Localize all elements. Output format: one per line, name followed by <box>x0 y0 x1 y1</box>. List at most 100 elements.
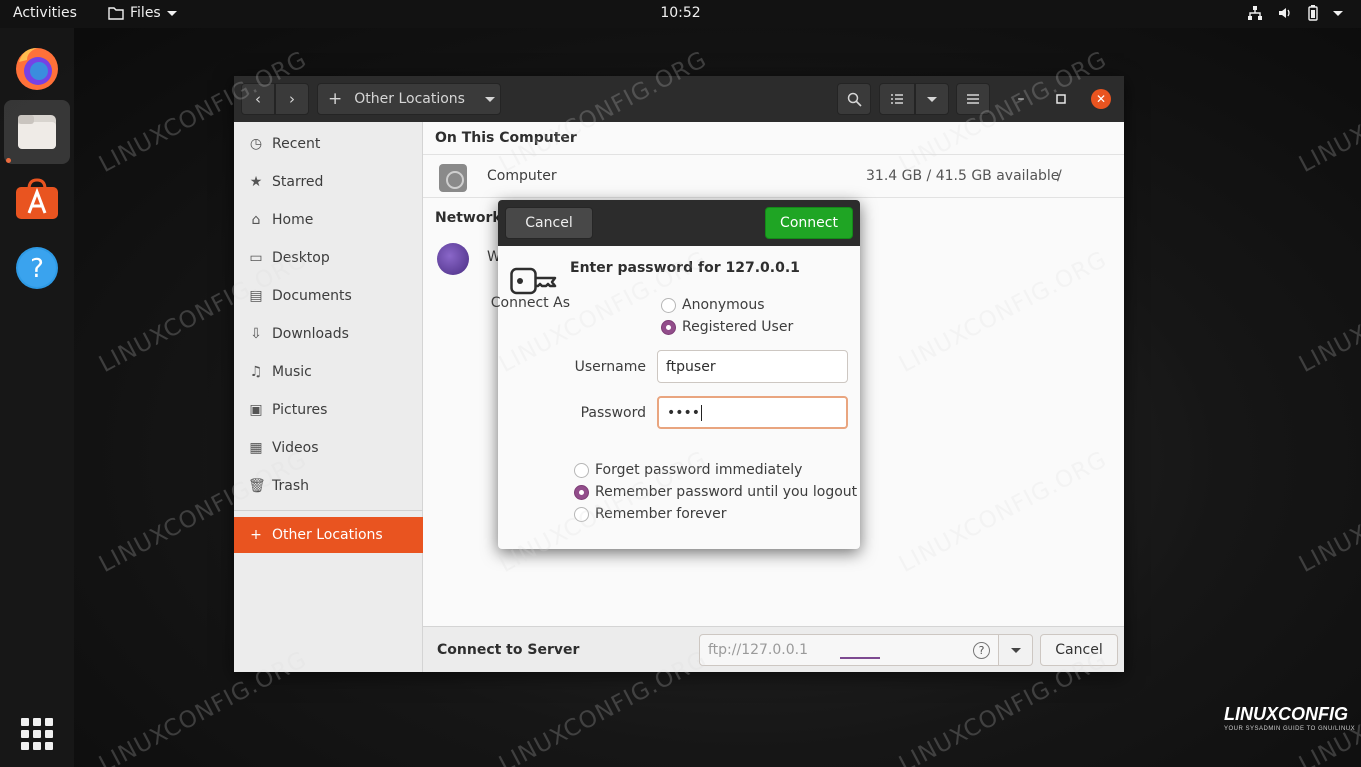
radio-anonymous-label: Anonymous <box>682 297 765 313</box>
dock-firefox[interactable] <box>4 36 70 100</box>
minimize-icon: – <box>1017 91 1025 107</box>
sidebar-item-label: Pictures <box>272 402 328 418</box>
chevron-down-icon <box>927 96 937 102</box>
username-value: ftpuser <box>666 358 716 375</box>
sidebar-item-documents[interactable]: ▤ Documents <box>234 278 423 314</box>
sidebar-item-home[interactable]: ⌂ Home <box>234 202 423 238</box>
drive-icon <box>439 164 467 192</box>
show-applications-icon[interactable] <box>21 718 53 750</box>
password-value: •••• <box>667 404 701 421</box>
password-label: Password <box>580 405 646 421</box>
dock: ? <box>0 28 74 767</box>
sidebar-item-other-locations[interactable]: + Other Locations <box>234 517 423 553</box>
radio-remember-forever[interactable]: Remember forever <box>574 506 727 522</box>
key-icon <box>510 267 557 295</box>
radio-remember-until-logout[interactable]: Remember password until you logout <box>574 484 857 500</box>
radio-button <box>661 297 676 313</box>
computer-row[interactable]: Computer 31.4 GB / 41.5 GB available / <box>423 154 1124 198</box>
computer-name: Computer <box>487 168 557 184</box>
picture-icon: ▣ <box>249 402 263 418</box>
software-center-icon <box>16 178 58 219</box>
recent-servers-dropdown[interactable] <box>999 634 1033 666</box>
view-options-button[interactable] <box>915 83 949 115</box>
view-list-button[interactable] <box>879 83 915 115</box>
connect-to-server-bar: Connect to Server ftp://127.0.0.1 ? Canc… <box>423 626 1124 672</box>
password-field[interactable]: •••• <box>657 396 848 429</box>
back-button[interactable]: ‹ <box>241 83 275 115</box>
sidebar-separator <box>234 510 423 511</box>
forward-button[interactable]: › <box>275 83 309 115</box>
sidebar-item-pictures[interactable]: ▣ Pictures <box>234 392 423 428</box>
network-icon <box>1248 6 1262 20</box>
radio-registered-user[interactable]: Registered User <box>661 319 793 335</box>
sidebar-item-label: Videos <box>272 440 319 456</box>
sidebar: ◷ Recent ★ Starred ⌂ Home ▭ Desktop ▤ Documents ⇩ D… <box>234 122 423 672</box>
star-icon: ★ <box>249 174 263 190</box>
svg-text:?: ? <box>30 254 44 284</box>
radio-anonymous[interactable]: Anonymous <box>661 297 765 313</box>
plus-icon: + <box>250 527 262 543</box>
username-label: Username <box>574 359 646 375</box>
dialog-connect-button[interactable]: Connect <box>765 207 853 239</box>
sidebar-item-label: Home <box>272 212 314 228</box>
music-icon: ♫ <box>249 364 263 380</box>
password-dialog: Cancel Connect Enter password for 127.0.… <box>491 200 860 549</box>
radio-button <box>574 462 589 478</box>
download-icon: ⇩ <box>250 326 262 342</box>
home-icon: ⌂ <box>251 212 261 228</box>
watermark-text: LINUXCONFIG.ORG <box>1295 446 1361 578</box>
server-address-placeholder: ftp://127.0.0.1 <box>708 642 809 658</box>
question-icon[interactable]: ? <box>973 642 990 659</box>
list-view-icon <box>891 94 903 104</box>
logo-tagline: YOUR SYSADMIN GUIDE TO GNU/LINUX <box>1224 726 1356 732</box>
app-menu[interactable]: Files <box>108 5 177 21</box>
footer-cancel-button[interactable]: Cancel <box>1040 634 1118 666</box>
search-button[interactable] <box>837 83 871 115</box>
video-icon: ▦ <box>249 440 263 456</box>
server-address-input[interactable]: ftp://127.0.0.1 ? <box>699 634 999 666</box>
help-icon: ? <box>16 247 58 289</box>
sidebar-item-videos[interactable]: ▦ Videos <box>234 430 423 466</box>
computer-mount: / <box>1057 168 1062 184</box>
radio-forget-password[interactable]: Forget password immediately <box>574 462 802 478</box>
network-globe-icon <box>437 243 469 275</box>
close-button[interactable]: ✕ <box>1091 89 1111 109</box>
path-bar[interactable]: + Other Locations <box>317 83 501 115</box>
radio-button <box>574 506 589 522</box>
app-menu-label: Files <box>130 5 161 21</box>
sidebar-item-downloads[interactable]: ⇩ Downloads <box>234 316 423 352</box>
sidebar-item-label: Starred <box>272 174 324 190</box>
sidebar-item-trash[interactable]: 🗑 Trash <box>234 468 423 504</box>
minimize-button[interactable]: – <box>1010 88 1032 110</box>
dialog-header: Cancel Connect <box>498 200 860 246</box>
connect-as-label: Connect As <box>490 295 570 311</box>
sidebar-item-label: Music <box>272 364 312 380</box>
chevron-down-icon <box>166 10 177 16</box>
activities-button[interactable]: Activities <box>13 5 77 21</box>
username-field[interactable]: ftpuser <box>657 350 848 383</box>
maximize-button[interactable] <box>1050 88 1072 110</box>
plus-icon: + <box>328 89 343 109</box>
chevron-right-icon: › <box>289 90 295 108</box>
watermark-text: LINUXCONFIG.ORG <box>1295 246 1361 378</box>
sidebar-item-label: Documents <box>272 288 352 304</box>
sidebar-item-starred[interactable]: ★ Starred <box>234 164 423 200</box>
dock-files[interactable] <box>4 100 70 164</box>
clock-icon: ◷ <box>249 136 263 152</box>
dialog-cancel-button[interactable]: Cancel <box>505 207 593 239</box>
chevron-down-icon <box>484 96 495 102</box>
system-tray[interactable] <box>1247 5 1343 21</box>
clock[interactable]: 10:52 <box>660 5 700 21</box>
dock-help[interactable]: ? <box>4 236 70 300</box>
text-caret <box>701 404 703 421</box>
sidebar-item-label: Desktop <box>272 250 330 266</box>
sidebar-item-recent[interactable]: ◷ Recent <box>234 126 423 162</box>
sidebar-item-desktop[interactable]: ▭ Desktop <box>234 240 423 276</box>
sidebar-item-music[interactable]: ♫ Music <box>234 354 423 390</box>
maximize-icon <box>1056 94 1066 104</box>
linuxconfig-logo: LINUXCONFIG YOUR SYSADMIN GUIDE TO GNU/L… <box>1224 704 1355 732</box>
section-heading-computer: On This Computer <box>435 130 577 146</box>
battery-icon <box>1308 5 1318 21</box>
dock-software[interactable] <box>4 168 70 232</box>
menu-button[interactable] <box>956 83 990 115</box>
